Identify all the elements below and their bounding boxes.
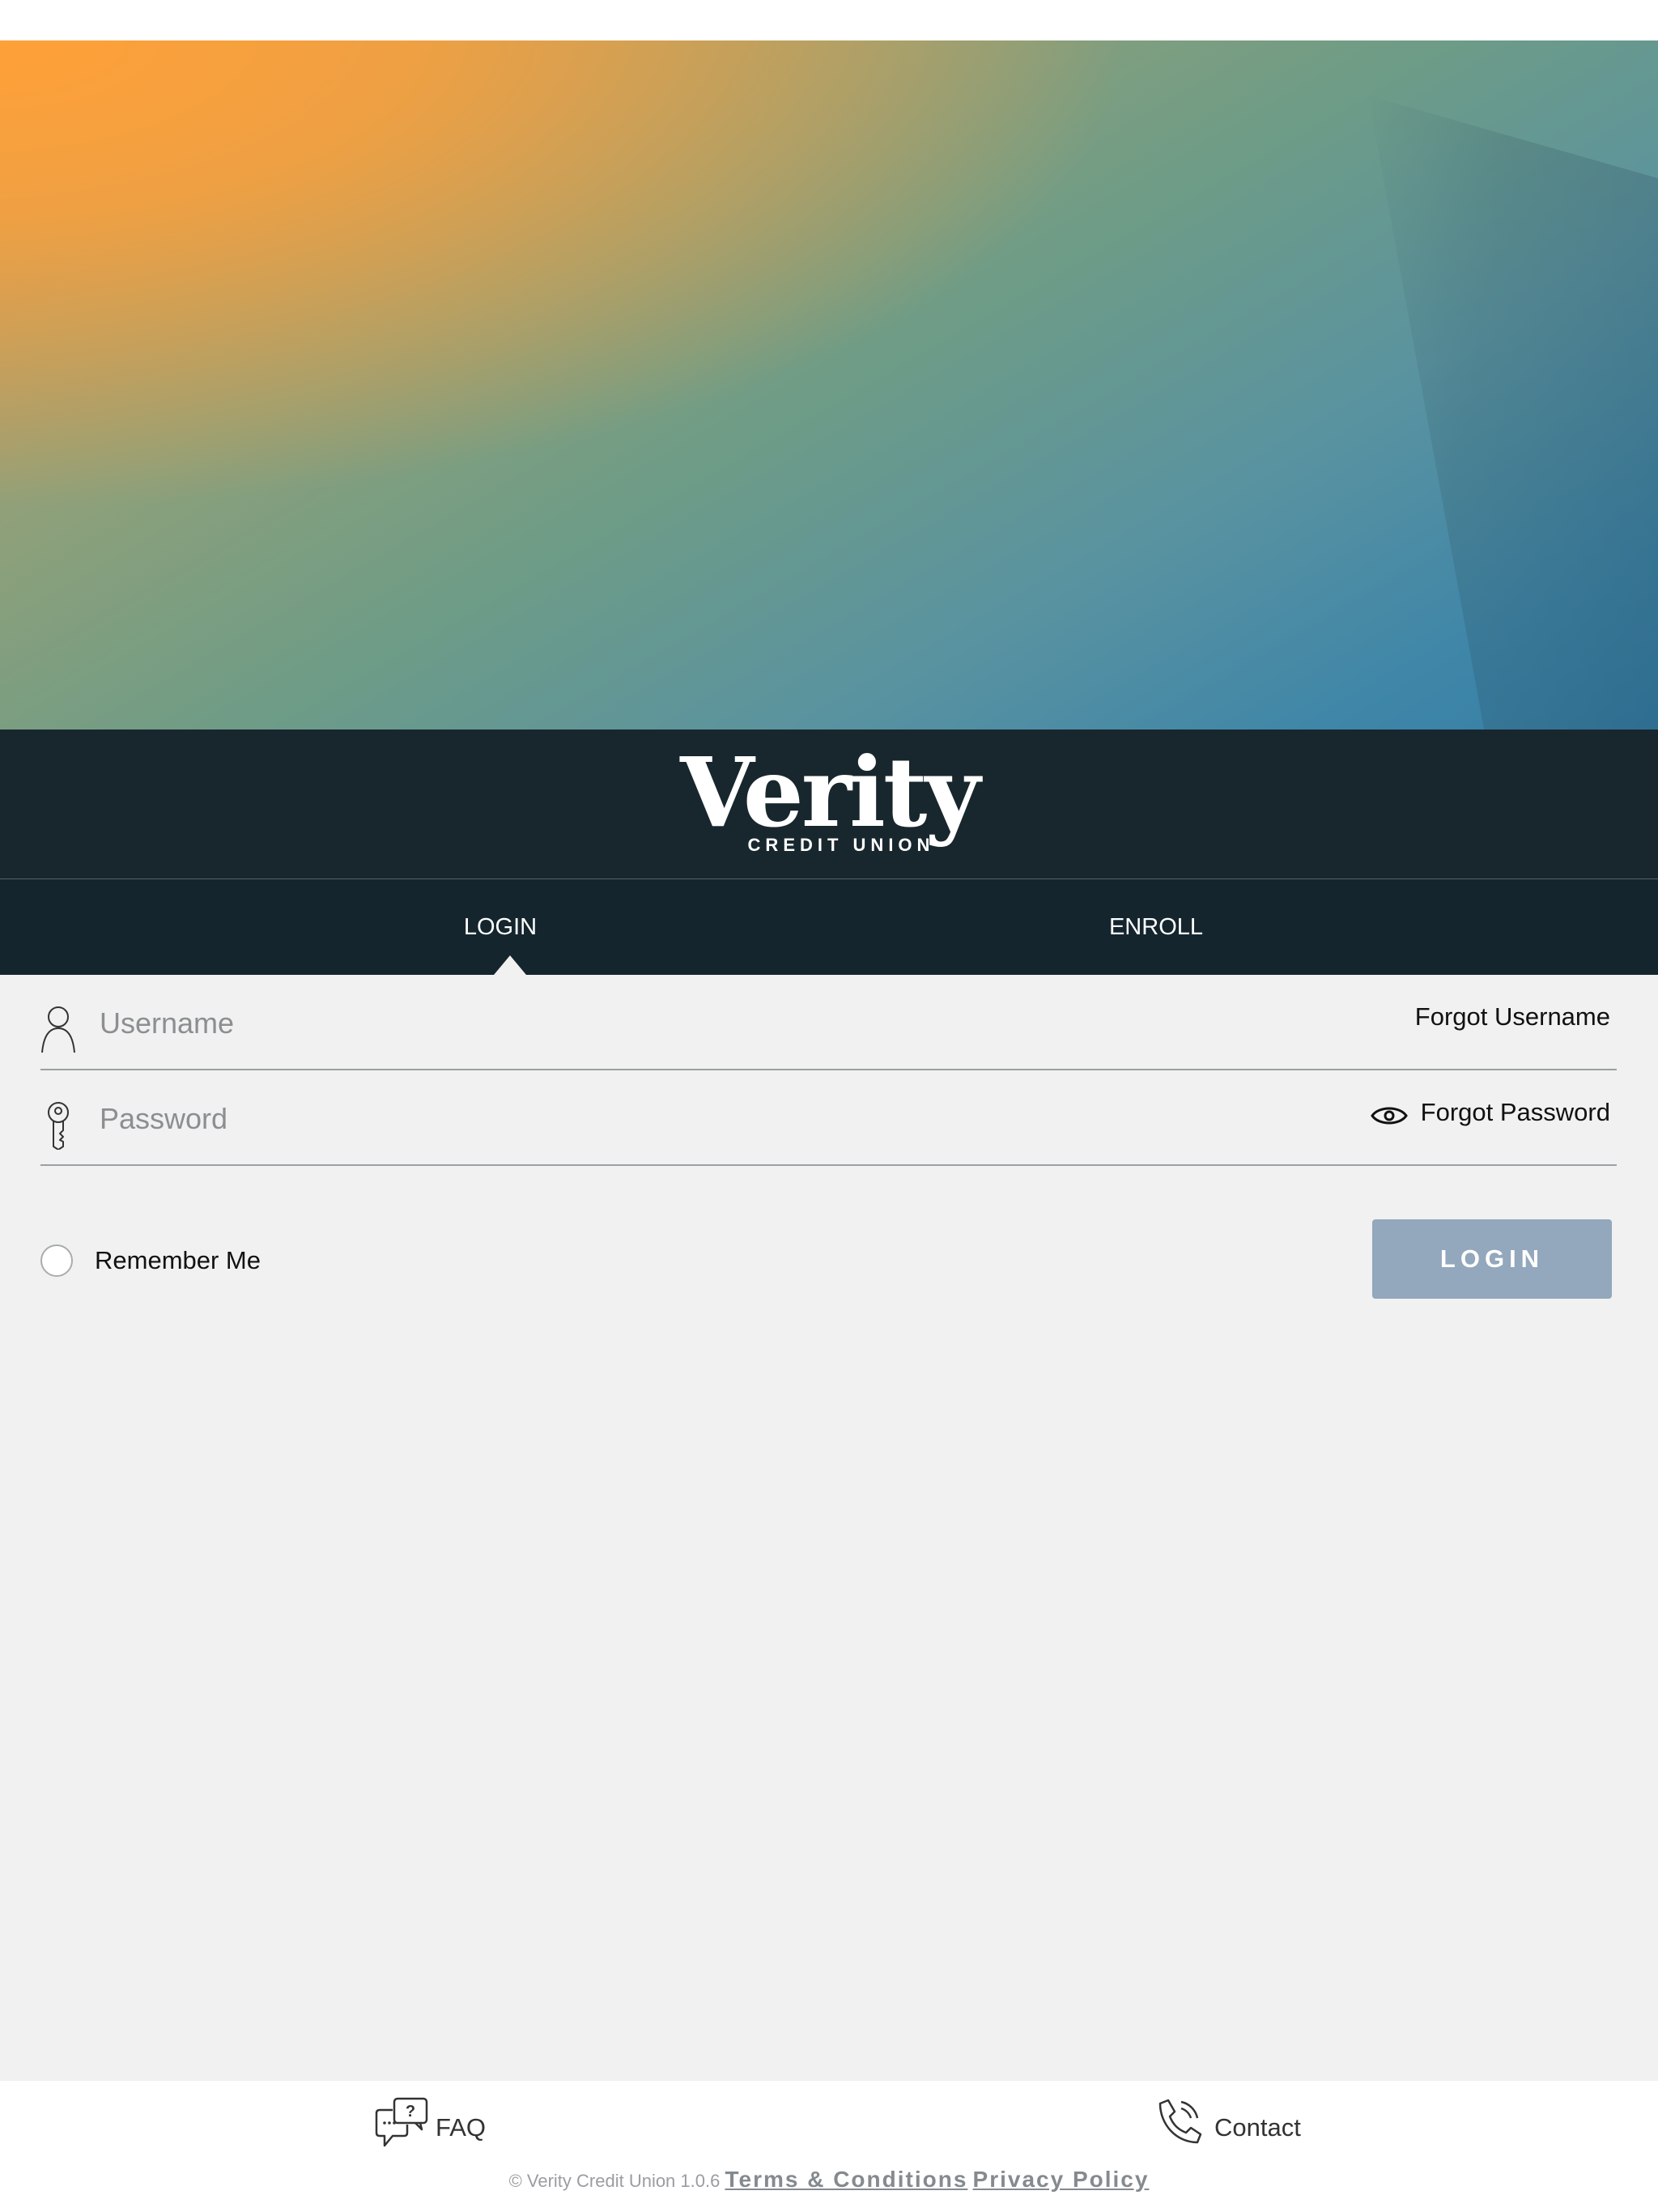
app-root: Verity CREDIT UNION LOGIN ENROLL Forgot … <box>0 0 1658 2212</box>
copyright-text: © Verity Credit Union 1.0.6 <box>508 2171 721 2191</box>
faq-label: FAQ <box>436 2113 487 2142</box>
login-form: Forgot Username Forgot Password Remember… <box>0 975 1658 2081</box>
brand-logo: Verity <box>680 736 980 849</box>
phone-icon <box>1158 2099 1202 2144</box>
eye-icon[interactable] <box>1371 1103 1408 1129</box>
active-tab-indicator <box>494 955 526 975</box>
username-field: Forgot Username <box>40 975 1617 1070</box>
password-field: Forgot Password <box>40 1070 1617 1166</box>
remember-me-radio[interactable] <box>40 1244 73 1277</box>
terms-link[interactable]: Terms & Conditions <box>725 2167 967 2192</box>
faq-chat-icon: ? <box>375 2097 428 2147</box>
tab-bar: LOGIN ENROLL <box>0 879 1658 975</box>
forgot-password-link[interactable]: Forgot Password <box>1421 1098 1610 1127</box>
key-icon <box>48 1102 69 1150</box>
remember-me-label: Remember Me <box>95 1246 261 1274</box>
tab-enroll[interactable]: ENROLL <box>994 879 1318 975</box>
status-bar <box>0 0 1658 40</box>
contact-link[interactable]: Contact <box>1152 2095 1395 2152</box>
brand-header: Verity CREDIT UNION <box>0 730 1658 879</box>
user-icon <box>41 1006 75 1053</box>
login-button[interactable]: LOGIN <box>1372 1219 1612 1299</box>
privacy-link[interactable]: Privacy Policy <box>973 2167 1150 2192</box>
brand-subtitle: CREDIT UNION <box>747 835 935 855</box>
footer: ? FAQ Contact © Verity Credit Union 1.0.… <box>0 2081 1658 2212</box>
contact-label: Contact <box>1214 2113 1301 2142</box>
username-input[interactable] <box>100 999 1071 1048</box>
faq-link[interactable]: ? FAQ <box>375 2095 618 2152</box>
forgot-username-link[interactable]: Forgot Username <box>1415 1002 1610 1032</box>
legal-line: © Verity Credit Union 1.0.6 Terms & Cond… <box>0 2167 1658 2193</box>
password-input[interactable] <box>100 1095 1071 1143</box>
svg-text:?: ? <box>406 2103 415 2121</box>
